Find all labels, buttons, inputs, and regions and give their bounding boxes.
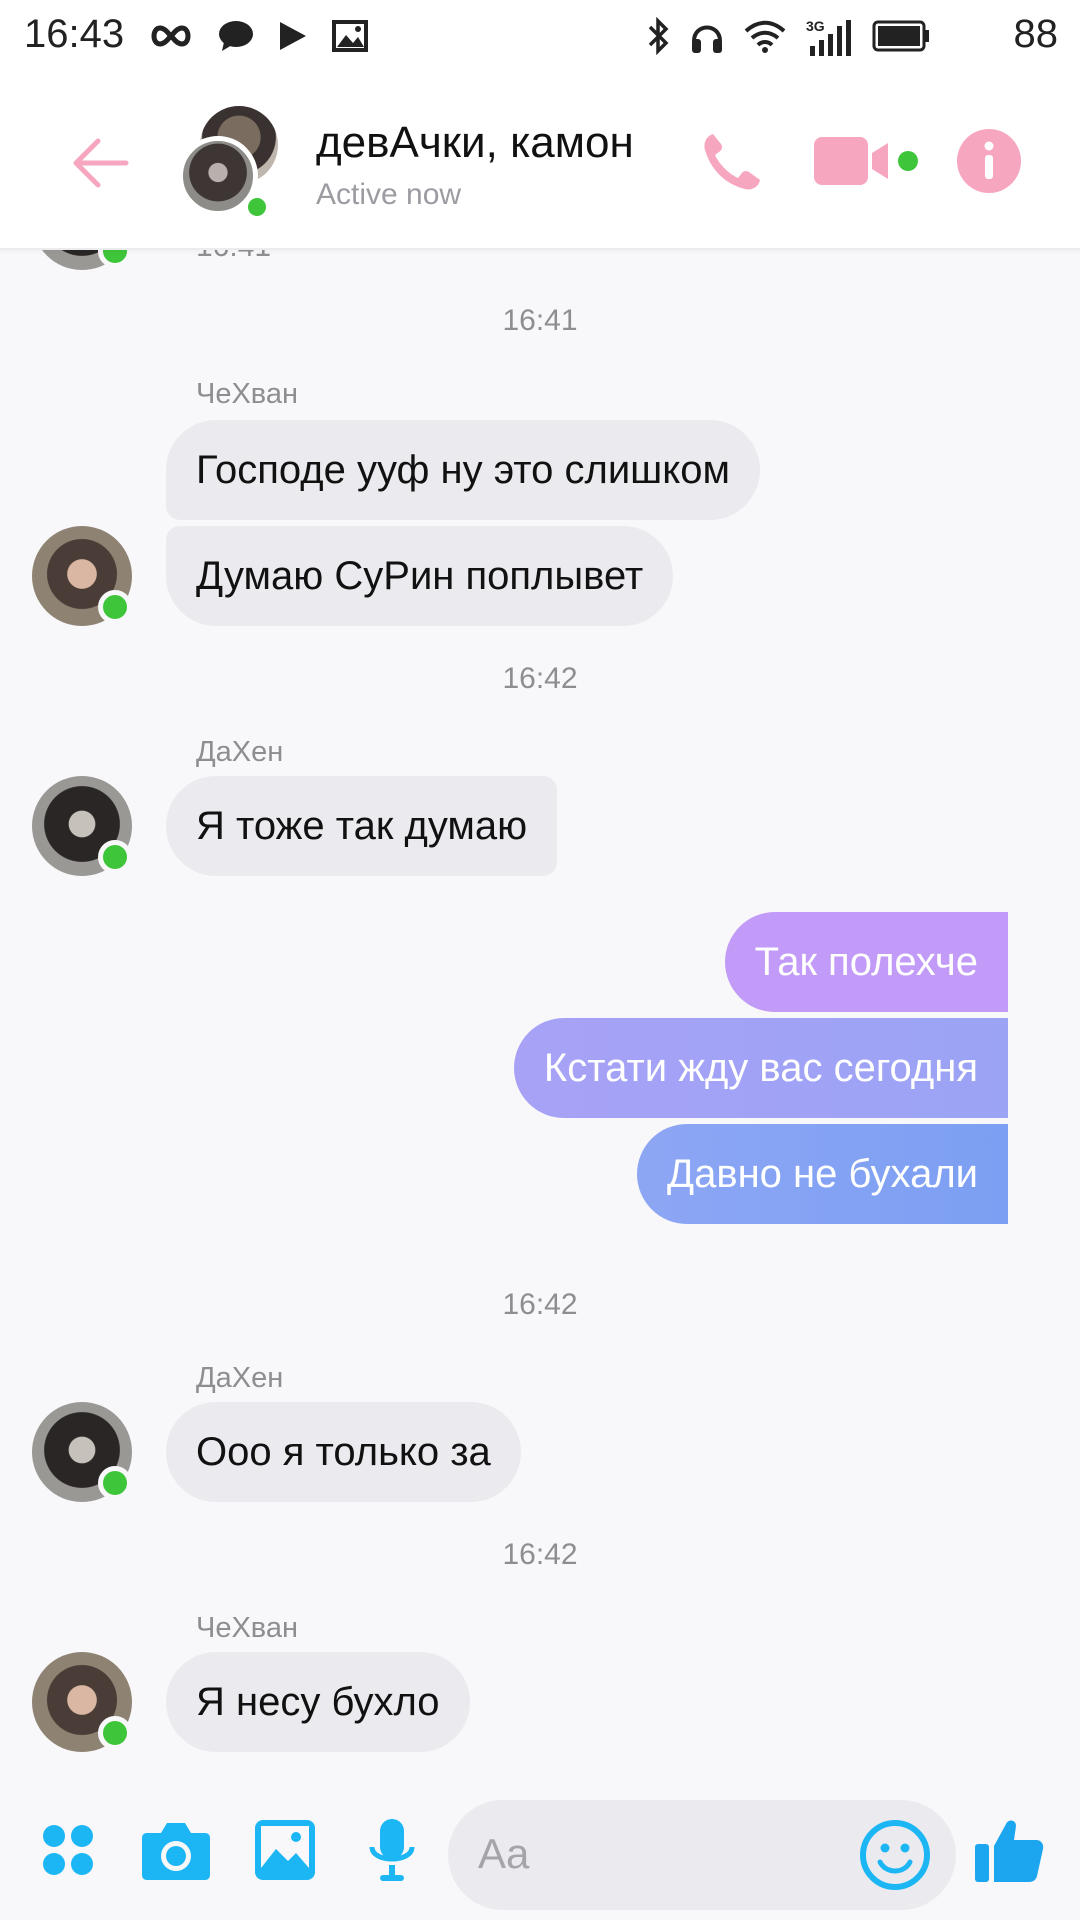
headphones-icon bbox=[690, 17, 724, 60]
online-indicator bbox=[98, 590, 132, 624]
sender-name: ДаХен bbox=[196, 1362, 284, 1394]
timestamp: 16:42 bbox=[502, 1288, 578, 1321]
status-bar: 16:43 3G 88 bbox=[0, 0, 1080, 78]
signal-3g-icon: 3G bbox=[806, 18, 852, 58]
chat-status: Active now bbox=[316, 178, 462, 211]
like-button[interactable] bbox=[972, 1816, 1046, 1888]
avatar[interactable] bbox=[32, 526, 132, 626]
online-indicator bbox=[98, 1466, 132, 1500]
message-composer: Aa bbox=[0, 1788, 1080, 1920]
avatar[interactable] bbox=[32, 1402, 132, 1502]
info-button[interactable] bbox=[954, 128, 1024, 198]
online-indicator bbox=[98, 248, 132, 268]
timestamp: 16:41 bbox=[196, 248, 271, 264]
wifi-icon bbox=[744, 19, 786, 58]
back-button[interactable] bbox=[66, 128, 136, 198]
message-bubble-incoming[interactable]: Думаю СуРин поплывет bbox=[166, 526, 674, 626]
online-indicator bbox=[98, 840, 132, 874]
message-bubble-incoming[interactable]: Ооо я только за bbox=[166, 1402, 521, 1502]
microphone-icon bbox=[368, 1817, 416, 1888]
message-bubble-outgoing[interactable]: Давно не бухали bbox=[637, 1124, 1008, 1224]
play-icon bbox=[278, 20, 308, 57]
message-input-placeholder: Aa bbox=[478, 1830, 530, 1877]
phone-icon bbox=[699, 128, 765, 199]
avatar[interactable] bbox=[32, 776, 132, 876]
message-list[interactable]: 16:41 16:41 ЧеХван Господе ууф ну это сл… bbox=[0, 248, 1080, 1788]
battery-percent: 88 bbox=[1013, 12, 1059, 56]
status-time: 16:43 bbox=[24, 12, 125, 56]
message-bubble-outgoing[interactable]: Кстати жду вас сегодня bbox=[513, 1018, 1008, 1118]
avatar[interactable] bbox=[32, 248, 132, 270]
chat-title[interactable]: девАчки, камон bbox=[316, 118, 634, 168]
battery-icon bbox=[872, 19, 930, 58]
message-bubble-incoming[interactable]: Господе ууф ну это слишком bbox=[166, 420, 760, 520]
infinity-icon bbox=[148, 22, 194, 55]
sender-name: ЧеХван bbox=[196, 378, 299, 410]
sender-name: ЧеХван bbox=[196, 1612, 299, 1644]
timestamp: 16:42 bbox=[502, 1538, 578, 1571]
message-bubble-incoming[interactable]: Я несу бухло bbox=[166, 1652, 470, 1752]
video-call-button[interactable] bbox=[812, 128, 922, 198]
gallery-button[interactable] bbox=[252, 1816, 318, 1888]
apps-grid-icon bbox=[40, 1822, 96, 1883]
more-actions-button[interactable] bbox=[38, 1816, 98, 1888]
video-camera-icon bbox=[812, 133, 922, 194]
camera-button[interactable] bbox=[140, 1816, 212, 1888]
back-arrow-icon bbox=[66, 138, 136, 202]
status-left-icons bbox=[148, 18, 368, 58]
camera-icon bbox=[141, 1819, 211, 1886]
timestamp: 16:42 bbox=[502, 662, 578, 695]
chat-bubble-icon bbox=[218, 20, 254, 57]
online-indicator bbox=[98, 1716, 132, 1750]
emoji-icon[interactable] bbox=[858, 1818, 932, 1892]
group-avatar[interactable] bbox=[178, 106, 288, 220]
avatar[interactable] bbox=[32, 1652, 132, 1752]
info-icon bbox=[956, 128, 1022, 199]
thumbs-up-icon bbox=[974, 1816, 1044, 1889]
sender-name: ДаХен bbox=[196, 736, 284, 768]
chat-header: девАчки, камон Active now bbox=[0, 78, 1080, 250]
message-input[interactable]: Aa bbox=[448, 1800, 956, 1910]
voice-message-button[interactable] bbox=[362, 1816, 422, 1888]
status-right-icons: 3G bbox=[646, 14, 930, 62]
message-bubble-outgoing[interactable]: Так полехче bbox=[724, 912, 1008, 1012]
gallery-icon bbox=[254, 1819, 316, 1886]
call-button[interactable] bbox=[696, 128, 768, 198]
online-indicator bbox=[244, 194, 270, 220]
timestamp: 16:41 bbox=[502, 304, 578, 337]
message-bubble-incoming[interactable]: Я тоже так думаю bbox=[166, 776, 558, 876]
image-icon bbox=[332, 19, 368, 57]
bluetooth-icon bbox=[646, 16, 670, 60]
